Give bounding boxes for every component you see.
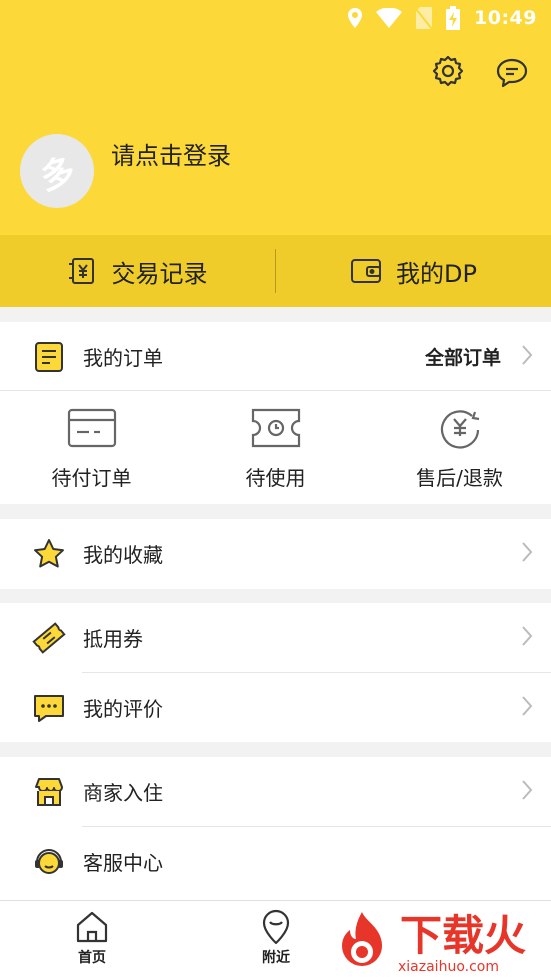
status-time: 10:49: [474, 7, 537, 29]
refund-icon: [440, 410, 479, 449]
transaction-records-label: 交易记录: [111, 259, 208, 288]
merchant-label: 商家入住: [83, 781, 163, 805]
my-orders-row[interactable]: 我的订单 全部订单: [0, 322, 551, 390]
order-list-icon: [35, 342, 63, 372]
settings-icon[interactable]: [431, 54, 465, 88]
to-use-label: 待使用: [245, 466, 306, 490]
chevron-right-icon: [522, 626, 533, 646]
flame-logo-icon: [342, 911, 382, 966]
orders-divider: [0, 390, 551, 391]
location-icon: [262, 909, 290, 945]
watermark-logo: 下载火 xiazaihuo.com: [326, 906, 551, 979]
coupon-icon: [32, 622, 66, 654]
location-status-icon: [348, 8, 363, 28]
ticket-clock-icon: [251, 408, 300, 448]
card-icon: [67, 408, 116, 448]
my-dp-button[interactable]: 我的DP: [276, 235, 551, 307]
shop-icon: [35, 778, 63, 806]
wallet-icon: [351, 259, 382, 283]
customer-service-label: 客服中心: [83, 851, 163, 875]
coupons-reviews-section: 抵用券 我的评价: [0, 603, 551, 742]
reviews-label: 我的评价: [83, 697, 163, 721]
pending-payment-label: 待付订单: [51, 466, 132, 490]
to-use-button[interactable]: 待使用: [184, 406, 367, 491]
merchant-row[interactable]: 商家入住: [0, 757, 551, 825]
favorites-row[interactable]: 我的收藏: [0, 519, 551, 587]
review-bubble-icon: [34, 695, 64, 722]
chevron-right-icon: [522, 696, 533, 716]
tab-nearby-label: 附近: [262, 950, 290, 966]
chevron-right-icon: [522, 542, 533, 562]
favorites-section: 我的收藏: [0, 519, 551, 589]
status-bar: 10:49: [0, 0, 551, 38]
coupons-label: 抵用券: [83, 627, 143, 651]
coupons-row[interactable]: 抵用券: [0, 603, 551, 671]
no-sim-icon: [416, 7, 433, 29]
my-dp-label: 我的DP: [396, 259, 477, 288]
profile-header: 10:49 多 请点击登录: [0, 0, 551, 235]
reviews-row[interactable]: 我的评价: [0, 673, 551, 741]
pending-payment-button[interactable]: 待付订单: [0, 406, 183, 491]
watermark-url: xiazaihuo.com: [398, 959, 499, 975]
after-sales-refund-label: 售后/退款: [416, 466, 503, 490]
battery-charging-icon: [446, 6, 461, 30]
after-sales-refund-button[interactable]: 售后/退款: [368, 406, 551, 491]
customer-service-row[interactable]: 客服中心: [0, 827, 551, 895]
chevron-right-icon: [522, 345, 533, 365]
transaction-records-button[interactable]: 交易记录: [0, 235, 275, 307]
tab-home[interactable]: 首页: [52, 909, 132, 967]
star-icon: [34, 539, 64, 568]
message-icon[interactable]: [495, 56, 529, 90]
login-prompt[interactable]: 请点击登录: [111, 136, 231, 171]
merchant-service-section: 商家入住 客服中心: [0, 757, 551, 900]
my-orders-label: 我的订单: [83, 346, 163, 370]
favorites-label: 我的收藏: [83, 543, 163, 567]
avatar-placeholder-glyph: 多: [36, 150, 80, 199]
watermark-brand: 下载火: [400, 910, 527, 960]
quick-actions-bar: 交易记录 我的DP: [0, 235, 551, 307]
headset-icon: [35, 849, 63, 874]
all-orders-link[interactable]: 全部订单: [425, 343, 501, 370]
tab-nearby[interactable]: 附近: [236, 909, 316, 967]
avatar[interactable]: 多: [20, 134, 94, 208]
chevron-right-icon: [522, 780, 533, 800]
yen-receipt-icon: [68, 258, 94, 284]
wifi-icon: [376, 8, 403, 28]
home-icon: [76, 911, 108, 943]
tab-home-label: 首页: [78, 950, 106, 966]
